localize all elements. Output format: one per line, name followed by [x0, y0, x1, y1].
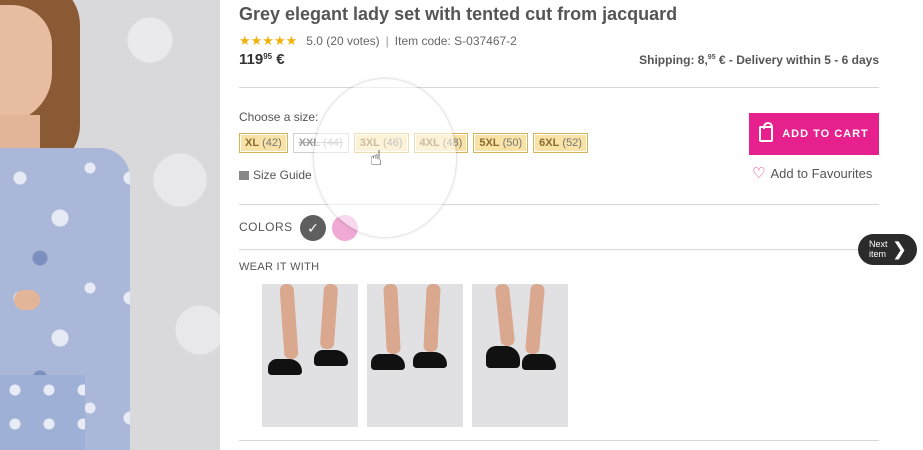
shipping-info: Shipping: 8,95 € - Delivery within 5 - 6… — [639, 53, 879, 67]
product-meta: ★★★★★ 5.0 (20 votes) | Item code: S-0374… — [239, 33, 517, 49]
add-to-favourites-link[interactable]: ♡ Add to Favourites — [752, 164, 872, 182]
product-title: Grey elegant lady set with tented cut fr… — [239, 4, 678, 24]
rating-text: 5.0 (20 votes) — [306, 34, 380, 48]
add-to-cart-label: ADD TO CART — [782, 128, 869, 140]
meta-separator: | — [385, 34, 389, 48]
size-name: 6XL — [539, 137, 560, 149]
size-eu: (44) — [323, 137, 343, 149]
product-price: 11995 € — [239, 51, 285, 68]
heart-icon: ♡ — [752, 165, 766, 182]
size-option-3xl[interactable]: 3XL (46) — [353, 133, 409, 153]
size-eu: (42) — [262, 137, 282, 149]
shoe — [268, 359, 302, 375]
size-name: 3XL — [359, 137, 380, 149]
choose-size-label: Choose a size: — [239, 110, 319, 124]
size-guide-label: Size Guide — [253, 168, 312, 182]
shipping-cents: 95 — [707, 54, 716, 61]
next-item-button[interactable]: Next item ❯ — [858, 234, 917, 265]
accessory-thumbnail[interactable] — [262, 284, 358, 427]
shoe — [522, 354, 556, 370]
leg — [383, 284, 401, 355]
size-name: 4XL — [419, 137, 440, 149]
size-option-6xl[interactable]: 6XL (52) — [533, 133, 588, 153]
checkmark-icon: ✓ — [307, 220, 319, 236]
leg — [494, 284, 516, 347]
shoe — [314, 350, 348, 366]
chevron-right-icon: ❯ — [891, 239, 907, 259]
shoe — [486, 346, 520, 368]
item-code: Item code: S-037467-2 — [394, 34, 517, 48]
ruler-icon — [239, 170, 249, 180]
size-eu: (52) — [562, 137, 582, 149]
size-name: 5XL — [479, 137, 500, 149]
divider — [239, 204, 879, 205]
price-cents: 95 — [263, 52, 273, 61]
shopping-bag-icon — [759, 122, 774, 142]
accessory-thumbnail[interactable] — [367, 284, 463, 427]
divider — [239, 87, 879, 88]
divider — [239, 440, 879, 441]
size-name: XL — [245, 137, 260, 149]
size-eu: (46) — [382, 137, 403, 149]
price-currency: € — [276, 51, 285, 68]
leg — [524, 284, 546, 355]
model-hand — [14, 290, 40, 310]
model-skirt — [0, 375, 85, 450]
leg — [319, 284, 339, 350]
size-options: XL (42) XXL (44) 3XL (46) 4XL (48) 5XL (… — [239, 133, 593, 153]
color-swatch-pink[interactable] — [332, 215, 358, 241]
shoe — [413, 352, 447, 368]
size-name: XXL — [298, 137, 321, 149]
size-option-5xl[interactable]: 5XL (50) — [473, 133, 529, 153]
product-photo[interactable] — [0, 0, 220, 450]
color-swatch-grey[interactable]: ✓ — [300, 215, 326, 241]
divider — [239, 249, 879, 250]
wear-it-with-label: WEAR IT WITH — [239, 261, 320, 273]
colors-label: COLORS — [239, 220, 293, 234]
favourites-label: Add to Favourites — [770, 165, 873, 181]
shipping-label: Shipping: 8, — [639, 53, 708, 67]
leg — [423, 284, 441, 353]
size-guide-link[interactable]: Size Guide — [239, 168, 312, 182]
add-to-cart-button[interactable]: ADD TO CART — [749, 113, 879, 155]
rating-stars-icon: ★★★★★ — [239, 33, 298, 48]
price-main: 119 — [239, 51, 264, 68]
size-eu: (50) — [502, 137, 523, 149]
size-option-4xl[interactable]: 4XL (48) — [413, 133, 469, 153]
accessory-thumbnail[interactable] — [472, 284, 568, 427]
size-eu: (48) — [442, 137, 463, 149]
shoe — [371, 354, 405, 370]
shipping-delivery: € - Delivery within 5 - 6 days — [715, 53, 879, 67]
size-option-xl[interactable]: XL (42) — [239, 133, 288, 153]
size-option-xxl[interactable]: XXL (44) — [292, 133, 349, 153]
leg — [279, 284, 299, 360]
magnifier-overlay — [314, 79, 456, 237]
